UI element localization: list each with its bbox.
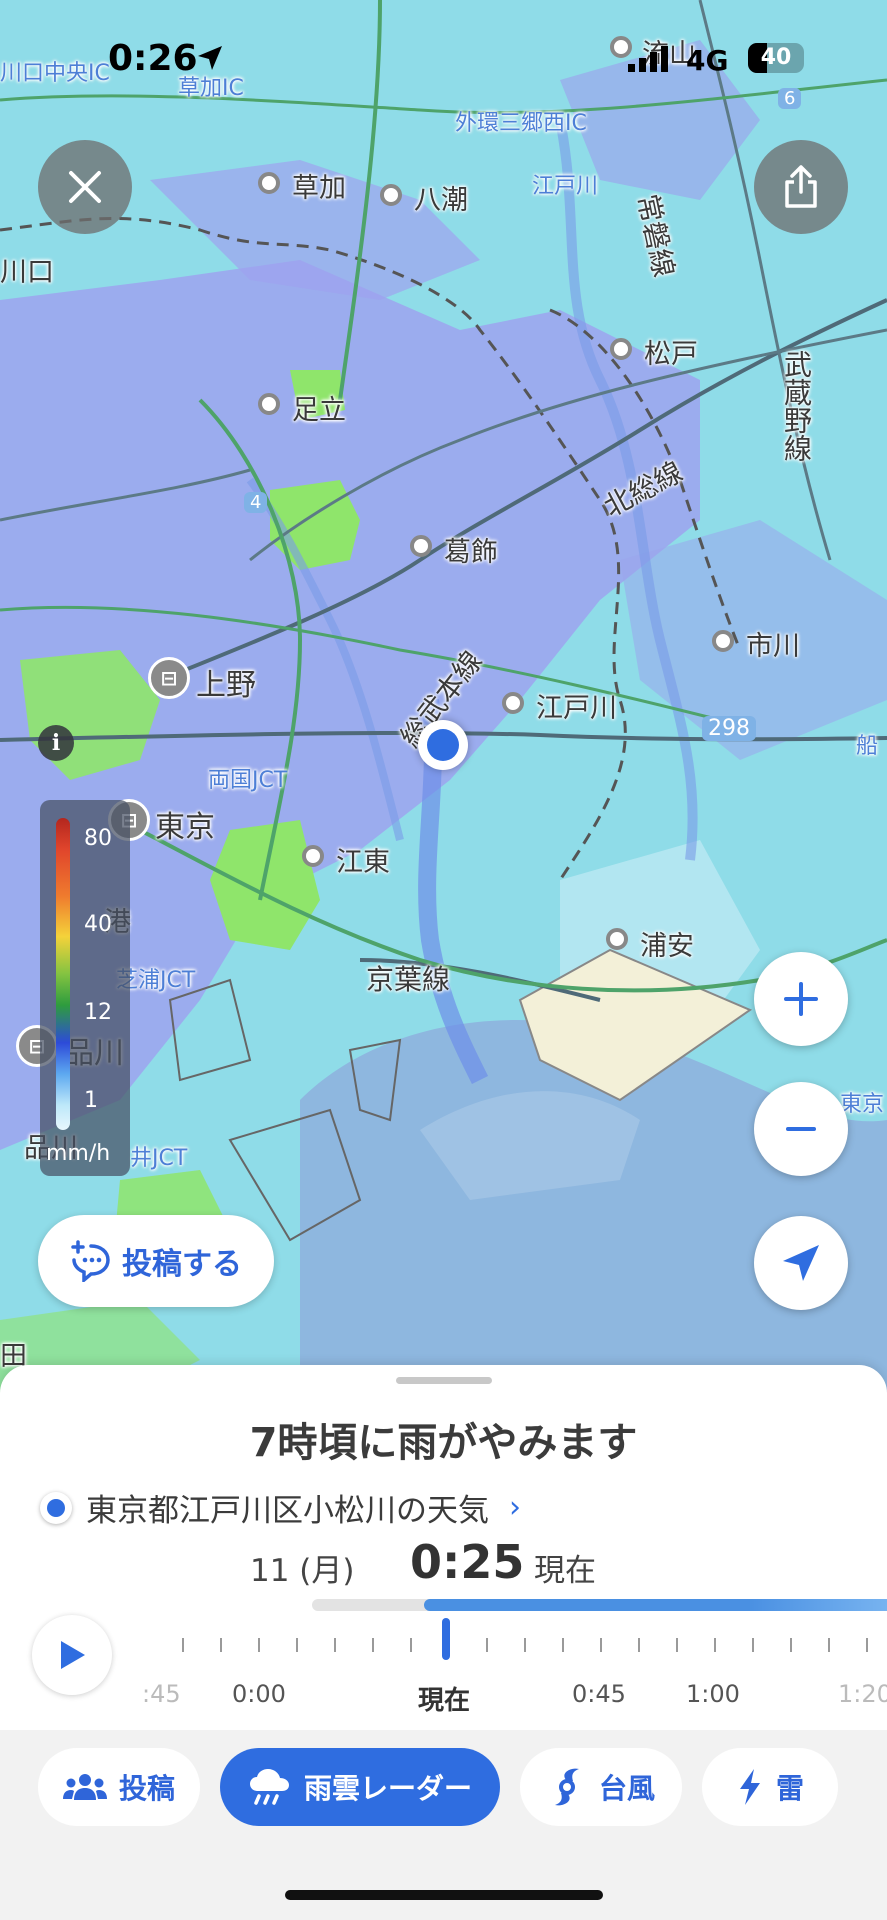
legend-tick-1: 1 <box>84 1088 98 1113</box>
forecast-range-bar <box>312 1599 887 1611</box>
location-arrow-icon <box>198 46 222 70</box>
map-label-kawaguchi: 川口 <box>0 257 54 288</box>
radar-time: 0:25 <box>410 1535 525 1589</box>
timeline-current-marker[interactable] <box>442 1618 450 1660</box>
legend-tick-80: 80 <box>84 826 112 851</box>
place-dot <box>606 928 628 950</box>
network-type: 4G <box>686 44 729 77</box>
tab-typhoon[interactable]: 台風 <box>520 1748 682 1826</box>
close-button[interactable] <box>38 140 132 234</box>
rain-forecast-headline: 7時頃に雨がやみます <box>249 1420 638 1466</box>
tab-rain-radar-label: 雨雲レーダー <box>303 1772 472 1805</box>
place-dot <box>258 172 280 194</box>
map-label-matsudo: 松戸 <box>644 339 698 370</box>
tab-typhoon-label: 台風 <box>598 1772 655 1805</box>
map-label-oi-jct: 井JCT <box>130 1146 188 1171</box>
map-label-keiyo-line: 京葉線 <box>366 963 451 996</box>
post-bubble-icon <box>71 1240 110 1282</box>
minus-icon <box>786 1127 816 1131</box>
rain-cloud-icon <box>249 1769 289 1805</box>
route-4-badge: 4 <box>244 492 268 513</box>
share-icon <box>785 165 817 208</box>
map-label-koto: 江東 <box>336 847 390 878</box>
map-label-funabashi: 船 <box>856 734 879 759</box>
timeline-label: 0:45 <box>572 1680 626 1708</box>
sheet-handle[interactable] <box>396 1377 492 1384</box>
map-label-yashio: 八潮 <box>414 185 468 216</box>
status-bar: 0:26 4G 40 <box>0 38 887 88</box>
map-label-ryogoku-jct: 両国JCT <box>208 768 288 793</box>
place-dot <box>610 338 632 360</box>
zoom-out-button[interactable] <box>754 1082 848 1176</box>
map-label-katsushika: 葛飾 <box>444 537 498 568</box>
route-6-badge: 6 <box>778 88 802 109</box>
map-label-edogawa: 江戸川 <box>536 693 617 724</box>
share-button[interactable] <box>754 140 848 234</box>
station-icon: ⊟ <box>148 657 190 699</box>
route-298-badge: 298 <box>702 716 756 741</box>
rain-radar-map[interactable]: 川口中央IC 草加IC 外環三郷西IC 流山 草加 八潮 江戸川 川口 常磐線 … <box>0 0 887 1400</box>
post-button-label: 投稿する <box>122 1247 242 1282</box>
location-dot-icon <box>40 1491 72 1524</box>
map-label-soka: 草加 <box>292 173 346 204</box>
tab-lightning-label: 雷 <box>775 1772 804 1805</box>
place-dot <box>410 535 432 557</box>
map-label-tokyo-right: 東京 <box>840 1092 885 1117</box>
map-label-ichikawa: 市川 <box>746 631 800 662</box>
timeline-label: 1:00 <box>686 1680 740 1708</box>
map-label-ueno: 上野 <box>196 668 256 703</box>
plus-icon <box>784 982 818 1016</box>
timeline-label-now: 現在 <box>418 1686 471 1716</box>
chevron-right-icon: › <box>509 1490 521 1525</box>
timeline-label: 0:00 <box>232 1680 286 1708</box>
tab-rain-radar[interactable]: 雨雲レーダー <box>220 1748 500 1826</box>
navigation-arrow-icon <box>783 1245 819 1281</box>
battery-icon: 40 <box>748 43 804 73</box>
play-icon <box>61 1641 85 1669</box>
info-icon[interactable]: i <box>38 725 74 761</box>
place-dot <box>258 393 280 415</box>
typhoon-icon <box>554 1768 579 1806</box>
home-indicator <box>285 1890 603 1900</box>
bottom-tab-bar: 投稿 雨雲レーダー 台風 雷 <box>0 1730 887 1920</box>
battery-level: 40 <box>760 45 792 70</box>
play-button[interactable] <box>32 1615 112 1695</box>
legend-unit: mm/h <box>46 1141 111 1166</box>
place-dot <box>380 184 402 206</box>
legend-tick-12: 12 <box>84 1000 112 1025</box>
location-link[interactable]: 東京都江戸川区小松川の天気 › <box>40 1485 521 1530</box>
place-dot <box>712 630 734 652</box>
current-location-marker <box>418 720 468 770</box>
tab-post-label: 投稿 <box>118 1772 175 1805</box>
map-label-tokyo: 東京 <box>155 810 215 845</box>
status-time: 0:26 <box>108 38 198 79</box>
radar-date: 11 (月) <box>250 1553 355 1589</box>
map-label-gaikan-misato-nishi-ic: 外環三郷西IC <box>455 111 587 136</box>
rain-intensity-legend: 80 40 12 1 mm/h <box>40 800 130 1176</box>
signal-icon <box>628 46 668 72</box>
close-icon <box>69 171 101 203</box>
weather-sheet: 7時頃に雨がやみます 東京都江戸川区小松川の天気 › 11 (月) 0:25 現… <box>0 1365 887 1730</box>
post-button[interactable]: 投稿する <box>38 1215 274 1307</box>
map-label-urayasu: 浦安 <box>640 931 694 962</box>
current-location-button[interactable] <box>754 1216 848 1310</box>
zoom-in-button[interactable] <box>754 952 848 1046</box>
timeline-label: :45 <box>142 1680 181 1708</box>
location-name: 東京都江戸川区小松川の天気 <box>86 1493 489 1529</box>
place-dot <box>502 692 524 714</box>
timeline-ticks[interactable] <box>140 1630 887 1670</box>
people-icon <box>62 1774 107 1800</box>
place-dot <box>302 845 324 867</box>
legend-tick-40: 40 <box>84 912 112 937</box>
tab-lightning[interactable]: 雷 <box>702 1748 838 1826</box>
lightning-icon <box>739 1769 760 1805</box>
map-label-musashino-line: 武蔵野線 <box>780 350 813 462</box>
legend-color-bar <box>56 818 70 1130</box>
radar-now-label: 現在 <box>534 1553 596 1589</box>
map-label-adachi: 足立 <box>292 395 346 426</box>
map-label-edogawa-river: 江戸川 <box>532 174 599 199</box>
timeline-label: 1:20 <box>838 1680 887 1708</box>
tab-post[interactable]: 投稿 <box>38 1748 200 1826</box>
